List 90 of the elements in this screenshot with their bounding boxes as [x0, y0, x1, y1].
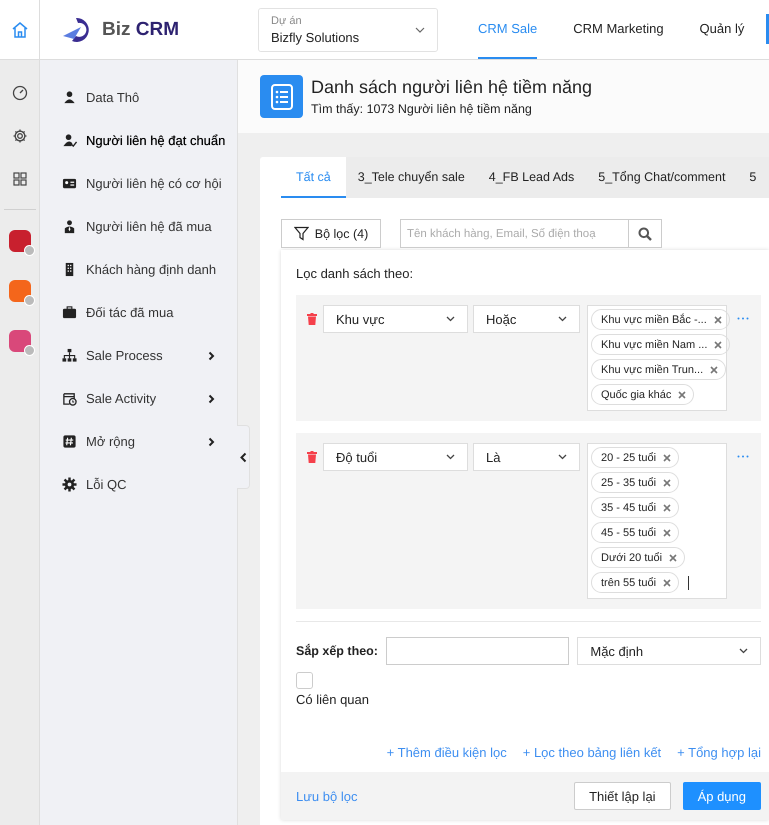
value-tag: Khu vực miền Nam ... — [591, 334, 730, 355]
filter-title: Lọc danh sách theo: — [296, 266, 414, 281]
tag-input-field[interactable]: Khu vực miền Bắc -... Khu vực miền Nam ... Khu vực miền Trun... Quốc gia khác — [587, 305, 727, 411]
chevron-left-icon — [240, 452, 246, 462]
person-icon — [62, 90, 77, 105]
value-tag: Khu vực miền Trun... — [591, 359, 726, 380]
tab[interactable]: 5_Tổng Chat/comment — [586, 157, 738, 198]
dashboard-icon[interactable] — [12, 85, 28, 101]
close-icon[interactable] — [678, 390, 686, 398]
plus-badge — [24, 345, 34, 356]
more-icon[interactable] — [737, 455, 749, 458]
close-icon[interactable] — [669, 554, 678, 562]
plus-badge — [24, 295, 34, 306]
id-card-icon — [62, 176, 77, 191]
app-icon[interactable] — [8, 330, 30, 352]
chevron-down-icon — [558, 316, 567, 322]
value-tag: Khu vực miền Bắc -... — [591, 309, 730, 330]
sidebar-item[interactable]: Khách hàng định danh — [40, 248, 237, 291]
sort-field[interactable] — [386, 637, 570, 665]
calendar-icon — [62, 391, 77, 406]
sort-select[interactable]: Mặc định — [577, 637, 761, 665]
close-icon[interactable] — [663, 528, 672, 536]
trash-icon[interactable] — [307, 451, 317, 463]
value-tag: trên 55 tuổi — [591, 572, 680, 593]
chevron-down-icon — [739, 648, 748, 654]
close-icon[interactable] — [714, 340, 722, 348]
plus-badge — [24, 245, 34, 256]
chevron-down-icon — [415, 26, 425, 32]
close-icon[interactable] — [663, 478, 672, 486]
reset-button[interactable]: Thiết lập lại — [574, 782, 671, 810]
value-tag: 20 - 25 tuổi — [591, 447, 680, 468]
filter-button[interactable]: Bộ lọc (4) — [281, 219, 381, 248]
gear-icon — [62, 477, 77, 492]
search-button[interactable] — [629, 219, 662, 248]
operator-select[interactable]: Hoặc — [473, 305, 580, 333]
close-icon[interactable] — [663, 578, 672, 586]
chevron-down-icon — [446, 316, 455, 322]
close-icon[interactable] — [663, 454, 672, 462]
gear-icon[interactable] — [12, 128, 28, 144]
close-icon[interactable] — [663, 504, 672, 512]
sidebar-item[interactable]: Sale Process — [40, 334, 237, 377]
chevron-down-icon — [446, 454, 455, 460]
chevron-down-icon — [558, 454, 567, 460]
checkbox[interactable] — [296, 672, 313, 689]
search-icon — [638, 226, 652, 240]
search-field[interactable]: Tên khách hàng, Email, Số điện thoạ — [400, 219, 629, 248]
sidebar-item[interactable]: Sale Activity — [40, 377, 237, 420]
result-count: Tìm thấy: 1073 Người liên hệ tiềm năng — [311, 102, 533, 116]
app-icon[interactable] — [8, 230, 30, 252]
value-tag: 25 - 35 tuổi — [591, 472, 680, 493]
briefcase-icon — [62, 305, 77, 320]
value-tag: Quốc gia khác — [591, 384, 694, 405]
app-icon[interactable] — [8, 280, 30, 302]
value-tag: 35 - 45 tuổi — [591, 497, 680, 518]
sidebar-item[interactable]: Người liên hệ có cơ hội — [40, 162, 237, 205]
grid-icon[interactable] — [12, 171, 28, 187]
field-select[interactable]: Độ tuổi — [323, 443, 468, 471]
tag-input-field[interactable]: 20 - 25 tuổi 25 - 35 tuổi 35 - 45 tuổi 45 - 55 tuổi Dưới 20 tuổi trên 55 tuổi — [587, 443, 727, 599]
field-select[interactable]: Khu vực — [323, 305, 468, 333]
sidebar-item[interactable]: Đối tác đã mua — [40, 291, 237, 334]
collapse-handle[interactable] — [237, 425, 250, 489]
checkbox-label: Có liên quan — [296, 692, 370, 707]
list-icon — [260, 75, 303, 118]
trash-icon[interactable] — [307, 313, 317, 325]
nav-tab[interactable]: Quản lý — [700, 0, 744, 59]
tab[interactable]: 5 — [737, 157, 768, 198]
person-check-icon — [62, 133, 77, 148]
sidebar-item[interactable]: Data Thô — [40, 76, 237, 119]
sidebar-item[interactable]: Người liên hệ đã mua — [40, 205, 237, 248]
filter-icon — [294, 226, 309, 241]
tab[interactable]: 3_Tele chuyển sale — [346, 157, 477, 198]
sidebar-item[interactable]: Lỗi QC — [40, 463, 237, 506]
sidebar-item[interactable]: Mở rộng — [40, 420, 237, 463]
close-icon[interactable] — [710, 366, 718, 374]
home-icon[interactable] — [10, 20, 28, 38]
sort-label: Sắp xếp theo: — [296, 644, 378, 658]
logo-text: Biz CRM — [102, 18, 180, 40]
person-tie-icon — [62, 219, 77, 234]
hash-icon — [62, 434, 77, 449]
operator-select[interactable]: Là — [473, 443, 580, 471]
nav-tab[interactable]: CRM Marketing — [573, 0, 664, 59]
project-select[interactable]: Dự án Bizfly Solutions — [258, 8, 438, 52]
sitemap-icon — [62, 348, 77, 363]
more-icon[interactable] — [737, 317, 749, 320]
value-tag: 45 - 55 tuổi — [591, 522, 680, 543]
value-tag: Dưới 20 tuổi — [591, 547, 686, 568]
tab[interactable]: 4_FB Lead Ads — [476, 157, 586, 198]
sidebar-item[interactable]: Người liên hệ đạt chuẩn — [40, 119, 237, 162]
close-icon[interactable] — [714, 316, 722, 324]
page-title: Danh sách người liên hệ tiềm năng — [311, 77, 592, 98]
